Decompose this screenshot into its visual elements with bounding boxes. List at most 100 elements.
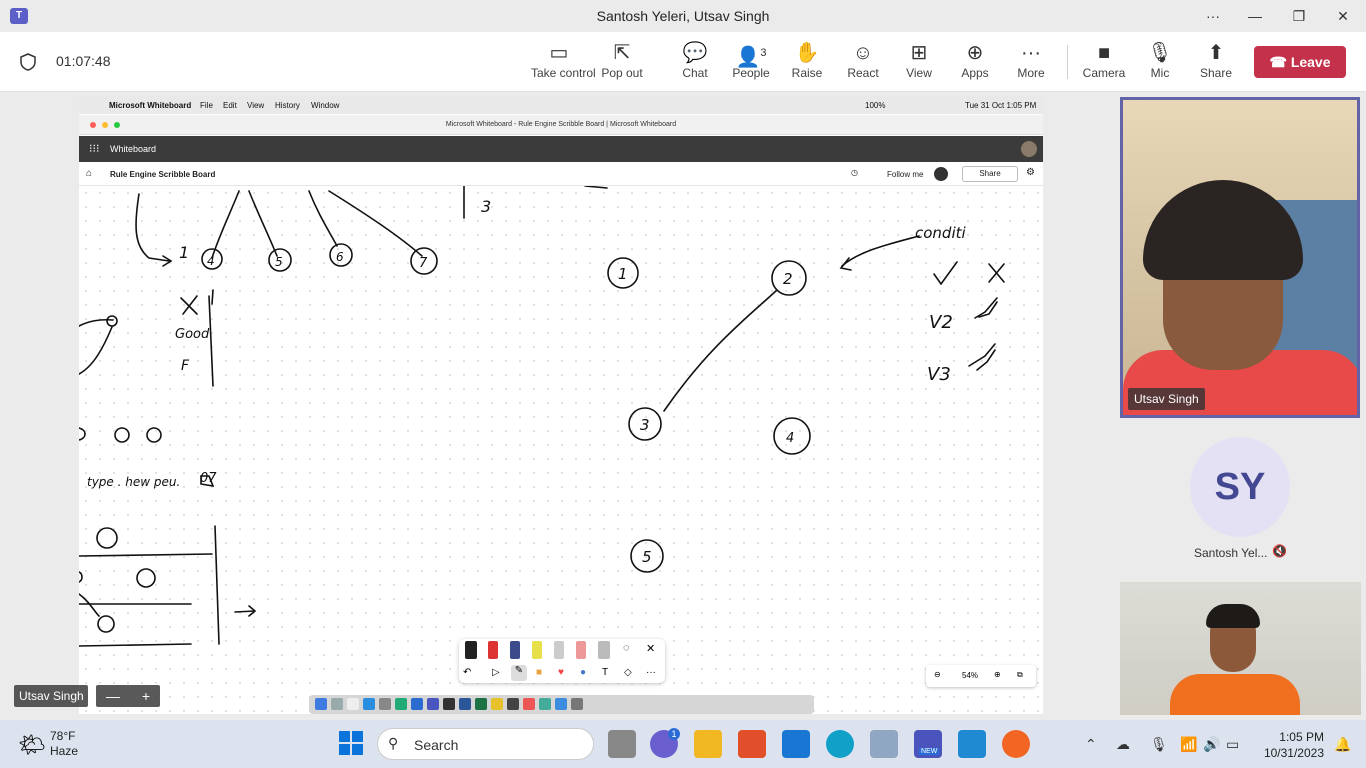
weather-widget[interactable]: 78°F Haze [50, 729, 78, 759]
microphone-icon[interactable]: 🎙 [1150, 736, 1168, 753]
mail-icon[interactable] [782, 730, 810, 758]
take-control-button[interactable]: ▭ Take control [531, 42, 596, 86]
word-icon[interactable] [459, 698, 471, 710]
trash-icon[interactable] [571, 698, 583, 710]
onedrive-icon[interactable]: ☁ [1116, 736, 1130, 753]
home-icon[interactable]: ⌂ [86, 168, 92, 179]
miro-icon[interactable] [491, 698, 503, 710]
lasso-icon[interactable]: ◌ [623, 642, 630, 654]
edge-icon[interactable] [411, 698, 423, 710]
follow-me-button[interactable]: Follow me [887, 170, 923, 179]
app-icon[interactable] [507, 698, 519, 710]
highlighter-icon[interactable] [532, 641, 542, 659]
leave-button[interactable]: ☎ Leave [1254, 46, 1346, 78]
app-store-icon[interactable] [363, 698, 375, 710]
zoom-in-icon[interactable]: ⊕ [994, 670, 1001, 679]
reaction-heart-icon[interactable]: ♥ [558, 667, 564, 678]
close-button[interactable]: ✕ [1328, 6, 1358, 26]
weather-icon[interactable]: 🌤 [18, 732, 46, 758]
share-button[interactable]: ⬆ Share [1188, 42, 1244, 86]
excel-icon[interactable] [475, 698, 487, 710]
toolbar-divider [1067, 45, 1068, 79]
red-pen-icon[interactable] [488, 641, 498, 659]
people-button[interactable]: 👤3 People [723, 42, 779, 86]
mac-menu-window[interactable]: Window [311, 101, 339, 110]
mac-menu-history[interactable]: History [275, 101, 300, 110]
fit-screen-icon[interactable]: ⧉ [1017, 670, 1023, 680]
teams-dock-icon[interactable] [427, 698, 439, 710]
zoom-out-icon[interactable]: ⊖ [934, 670, 941, 679]
zoom-out-icon[interactable]: — [106, 688, 120, 704]
battery-icon[interactable]: ▭ [1226, 736, 1239, 753]
app-icon[interactable] [539, 698, 551, 710]
launchpad-icon[interactable] [331, 698, 343, 710]
board-name[interactable]: Rule Engine Scribble Board [110, 170, 215, 179]
view-button[interactable]: ⊞ View [891, 42, 947, 86]
shield-icon[interactable] [20, 53, 36, 71]
music-icon[interactable] [523, 698, 535, 710]
minimize-button[interactable]: — [1240, 6, 1270, 26]
finder-icon[interactable] [315, 698, 327, 710]
restore-button[interactable]: ❐ [1284, 6, 1314, 26]
vscode-icon[interactable] [958, 730, 986, 758]
raise-hand-button[interactable]: ✋ Raise [779, 42, 835, 86]
mic-button[interactable]: 🎙 Mic [1132, 42, 1188, 86]
taskbar-search[interactable]: ⚲ Search [377, 728, 594, 760]
ink-label: 1 [618, 265, 628, 283]
participant-video[interactable] [1120, 97, 1360, 418]
pen-icon[interactable]: ✎ [511, 665, 527, 681]
mac-menu-view[interactable]: View [247, 101, 264, 110]
eraser-icon[interactable] [576, 641, 586, 659]
edge-icon[interactable] [826, 730, 854, 758]
board-share-button[interactable]: Share [962, 166, 1018, 182]
mac-menu-file[interactable]: File [200, 101, 213, 110]
black-pen-icon[interactable] [465, 641, 477, 659]
select-icon[interactable]: ▷ [492, 667, 500, 678]
react-button[interactable]: ☺ React [835, 42, 891, 86]
pop-out-button[interactable]: ⇱ Pop out [594, 42, 650, 86]
sticky-note-icon[interactable]: ■ [536, 667, 542, 678]
close-icon[interactable]: ✕ [646, 642, 655, 655]
chevron-up-icon[interactable]: ⌃ [1085, 736, 1097, 753]
more-icon[interactable]: ··· [646, 667, 656, 678]
participant-avatar[interactable]: SY [1190, 437, 1290, 537]
whiteboard-canvas[interactable]: 3 1 4 5 6 7 1 2 3 4 5 conditi V2 V3 Good… [79, 186, 1043, 714]
ruler-icon[interactable] [598, 641, 610, 659]
folder-icon[interactable] [555, 698, 567, 710]
volume-icon[interactable]: 🔊 [1203, 736, 1220, 753]
zoom-level[interactable]: 54% [962, 671, 978, 680]
system-clock[interactable]: 1:05 PM 10/31/2023 [1262, 729, 1324, 761]
text-icon[interactable]: T [602, 667, 608, 678]
notifications-icon[interactable]: 🔔 [1334, 736, 1351, 753]
windows-start-icon[interactable] [339, 731, 363, 755]
microsoft-store-icon[interactable] [738, 730, 766, 758]
chat-button[interactable]: 💬 Chat [667, 42, 723, 86]
whiteboard-window-bar: Microsoft Whiteboard - Rule Engine Scrib… [79, 115, 1043, 135]
pencil-icon[interactable] [554, 641, 564, 659]
self-view-video[interactable] [1120, 582, 1361, 715]
settings-icon[interactable] [379, 698, 391, 710]
zoom-in-icon[interactable]: + [142, 688, 150, 704]
more-button[interactable]: ··· More [1003, 42, 1059, 86]
chrome-icon[interactable] [395, 698, 407, 710]
terminal-icon[interactable] [443, 698, 455, 710]
ink-label: V2 [929, 312, 953, 333]
postman-icon[interactable] [1002, 730, 1030, 758]
apps-button[interactable]: ⊕ Apps [947, 42, 1003, 86]
app-launcher-icon[interactable]: ⁝⁝⁝ [89, 142, 100, 155]
avatar[interactable] [1021, 141, 1037, 157]
shapes-icon[interactable]: ◇ [624, 667, 632, 678]
wifi-icon[interactable]: 📶 [1180, 736, 1197, 753]
mac-menu-edit[interactable]: Edit [223, 101, 237, 110]
calendar-icon[interactable] [347, 698, 359, 710]
file-explorer-icon[interactable] [694, 730, 722, 758]
more-options-icon[interactable]: ··· [1198, 6, 1228, 26]
undo-icon[interactable]: ↶ [463, 667, 471, 678]
blue-pen-icon[interactable] [510, 641, 520, 659]
comment-icon[interactable]: ● [580, 667, 586, 678]
camera-button[interactable]: ■ Camera [1076, 42, 1132, 86]
settings-gear-icon[interactable]: ⚙ [1026, 167, 1035, 178]
app-icon[interactable] [870, 730, 898, 758]
task-view-icon[interactable] [608, 730, 636, 758]
timer-icon[interactable]: ◷ [851, 168, 858, 177]
